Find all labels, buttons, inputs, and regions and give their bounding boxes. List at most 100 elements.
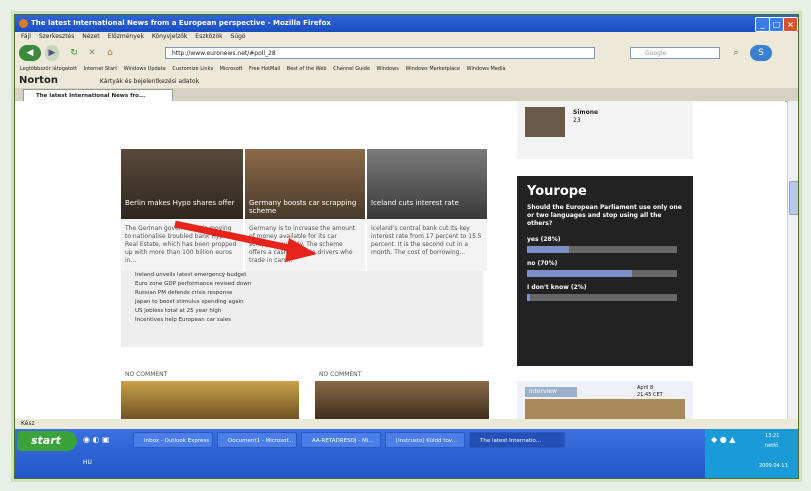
red-arrow-head <box>285 238 317 262</box>
taskbar-item-label: Document1 - Microsof... <box>228 438 294 444</box>
bookmarks-toolbar: Legtöbbször látogatott Internet Start Wi… <box>15 64 798 74</box>
menu-bookmarks[interactable]: Könyvjelzők <box>152 33 188 40</box>
norton-privacy-link[interactable]: Kártyák és bejelentkezési adatok <box>100 78 199 85</box>
norton-toolbar: Norton Kártyák és bejelentkezési adatok <box>15 74 798 88</box>
red-arrow-shaft <box>174 220 300 254</box>
taskbar-item-label: AA-RETADRESOJ - Mi... <box>312 438 374 444</box>
bookmark-item[interactable]: Channel Guide <box>333 66 370 72</box>
reload-icon[interactable]: ↻ <box>67 45 81 61</box>
bookmark-item[interactable]: Windows Update <box>124 66 166 72</box>
interview-time: 21:45 CET <box>637 392 663 398</box>
interview-image <box>525 399 685 419</box>
headline-item[interactable]: Russian PM defends crisis response <box>121 289 483 298</box>
poll-option-label[interactable]: I don't know (2%) <box>527 284 587 291</box>
menu-bar: Fájl Szerkesztés Nézet Előzmények Könyvj… <box>15 32 798 42</box>
norton-logo[interactable]: Norton <box>19 75 58 86</box>
taskbar-item[interactable]: AA-RETADRESOJ - Mi... <box>301 432 381 448</box>
menu-edit[interactable]: Szerkesztés <box>39 33 75 40</box>
scrollbar-thumb[interactable] <box>789 181 798 215</box>
profile-age: 23 <box>573 117 581 124</box>
no-comment-image[interactable] <box>121 381 299 419</box>
stop-icon[interactable]: ✕ <box>85 45 99 61</box>
forward-button[interactable]: ▶ <box>45 45 59 61</box>
no-comment-label: NO COMMENT <box>125 371 168 378</box>
story-caption: Germany boosts car scrapping scheme <box>249 199 357 215</box>
tab-bar: The latest International News fro... <box>15 88 798 102</box>
profile-name: Simone <box>573 109 599 116</box>
menu-file[interactable]: Fájl <box>21 33 31 40</box>
clock-day: hétfő <box>765 443 779 449</box>
clock-date: 2009.04.13. <box>759 463 790 469</box>
bookmark-item[interactable]: Best of the Web <box>287 66 327 72</box>
home-icon[interactable]: ⌂ <box>103 45 117 61</box>
tab-euronews[interactable]: The latest International News fro... <box>23 89 173 101</box>
bookmark-item[interactable]: Customize Links <box>172 66 213 72</box>
page-scrollbar[interactable] <box>787 101 798 419</box>
story-card[interactable]: Iceland cuts interest rate Iceland's cen… <box>367 149 487 271</box>
bookmark-item[interactable]: Windows <box>377 66 399 72</box>
story-image <box>121 149 243 219</box>
headline-item[interactable]: Incentives help European car sales <box>121 316 483 325</box>
avatar <box>525 107 565 137</box>
status-text: Kész <box>21 420 35 427</box>
firefox-icon <box>19 19 28 28</box>
story-caption: Berlin makes Hypo shares offer <box>125 199 235 207</box>
headline-item[interactable]: Ireland unveils latest emergency budget <box>121 271 483 280</box>
bookmark-item[interactable]: Microsoft <box>220 66 243 72</box>
tray-icons[interactable]: ◆ ● ▲ <box>711 435 735 444</box>
poll-option-label[interactable]: yes (28%) <box>527 236 561 243</box>
start-label: start <box>31 434 61 447</box>
taskbar-item-active[interactable]: The latest Internatio... <box>469 432 565 448</box>
title-bar: The latest International News from a Eur… <box>15 15 798 32</box>
taskbar-item[interactable]: Document1 - Microsof... <box>217 432 297 448</box>
bookmark-item[interactable]: Internet Start <box>84 66 118 72</box>
language-indicator[interactable]: HU <box>83 459 92 466</box>
address-bar[interactable]: http://www.euronews.net/#poll_28 <box>165 47 595 59</box>
bookmark-item[interactable]: Legtöbbször látogatott <box>20 66 77 72</box>
poll-option-label[interactable]: no (70%) <box>527 260 557 267</box>
taskbar-item-label: The latest Internatio... <box>480 438 542 444</box>
no-comment-image[interactable] <box>315 381 489 419</box>
taskbar-item[interactable]: [instrusto] Küldd tov... <box>385 432 465 448</box>
headline-item[interactable]: Euro zone GDP performance revised down <box>121 280 483 289</box>
maximize-button[interactable]: □ <box>769 17 784 32</box>
menu-history[interactable]: Előzmények <box>108 33 144 40</box>
navigation-toolbar: ◀ ▶ ↻ ✕ ⌂ http://www.euronews.net/#poll_… <box>15 42 798 65</box>
menu-view[interactable]: Nézet <box>82 33 99 40</box>
menu-help[interactable]: Súgó <box>231 33 246 40</box>
profile-card[interactable]: Simone 23 <box>517 101 693 159</box>
poll-bar <box>527 294 677 301</box>
poll-title: Yourope <box>527 184 587 199</box>
taskbar-item-label: Inbox - Outlook Express <box>144 438 210 444</box>
poll-bar-fill <box>527 246 569 253</box>
bookmark-item[interactable]: Windows Marketplace <box>405 66 460 72</box>
poll-bar-fill <box>527 294 530 301</box>
no-comment-label: NO COMMENT <box>319 371 362 378</box>
clock-time[interactable]: 13:21 <box>765 433 779 439</box>
window-title: The latest International News from a Eur… <box>31 19 331 27</box>
bookmark-item[interactable]: Windows Media <box>467 66 506 72</box>
skype-icon[interactable]: S <box>750 45 772 61</box>
address-text: http://www.euronews.net/#poll_28 <box>172 50 276 57</box>
taskbar-item[interactable]: Inbox - Outlook Express <box>133 432 213 448</box>
minimize-button[interactable]: _ <box>755 17 770 32</box>
page-content: Berlin makes Hypo shares offer The Germa… <box>15 101 785 419</box>
system-tray: ◆ ● ▲ 13:21 hétfő 2009.04.13. <box>705 429 798 478</box>
taskbar-item-label: [instrusto] Küldd tov... <box>396 438 457 444</box>
headline-item[interactable]: US jobless total at 25 year high <box>121 307 483 316</box>
start-button[interactable]: start <box>17 431 77 451</box>
browser-window: The latest International News from a Eur… <box>14 14 799 479</box>
search-icon[interactable]: ⌕ <box>729 45 743 61</box>
search-placeholder: Google <box>645 50 667 57</box>
back-button[interactable]: ◀ <box>19 45 41 61</box>
close-button[interactable]: × <box>783 17 798 32</box>
headline-item[interactable]: Japan to boost stimulus spending again <box>121 298 483 307</box>
poll-bar <box>527 246 677 253</box>
interview-card[interactable]: Interview April 8 21:45 CET <box>517 381 693 419</box>
search-box[interactable]: Google <box>630 47 720 59</box>
menu-tools[interactable]: Eszközök <box>195 33 222 40</box>
story-image <box>367 149 487 219</box>
quick-launch-icons[interactable]: ◉ ◐ ▣ <box>83 435 110 444</box>
bookmark-item[interactable]: Free HotMail <box>249 66 280 72</box>
poll-question: Should the European Parliament use only … <box>527 204 682 227</box>
